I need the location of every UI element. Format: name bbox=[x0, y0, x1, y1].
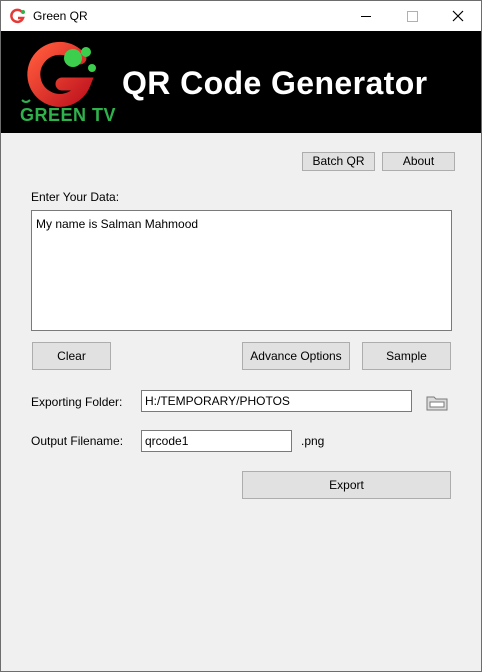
maximize-button[interactable] bbox=[389, 1, 435, 31]
minimize-icon bbox=[361, 16, 371, 17]
brand-name: GREEN TV bbox=[20, 105, 117, 125]
folder-browse-icon[interactable] bbox=[426, 393, 448, 411]
advance-options-button[interactable]: Advance Options bbox=[242, 342, 350, 370]
output-filename-label: Output Filename: bbox=[31, 434, 124, 448]
exporting-folder-input[interactable]: H:/TEMPORARY/PHOTOS bbox=[141, 390, 412, 412]
about-button[interactable]: About bbox=[382, 152, 455, 171]
data-input[interactable]: My name is Salman Mahmood bbox=[31, 210, 452, 331]
header-banner: GREEN TV QR Code Generator bbox=[1, 31, 481, 133]
export-button[interactable]: Export bbox=[242, 471, 451, 499]
title-bar: Green QR bbox=[1, 1, 481, 31]
close-button[interactable] bbox=[435, 1, 481, 31]
clear-button[interactable]: Clear bbox=[32, 342, 111, 370]
app-window: Green QR GREEN TV QR Code Generator Batc… bbox=[0, 0, 482, 672]
minimize-button[interactable] bbox=[343, 1, 389, 31]
file-extension-label: .png bbox=[301, 434, 325, 448]
data-label: Enter Your Data: bbox=[31, 190, 120, 204]
sample-button[interactable]: Sample bbox=[362, 342, 451, 370]
maximize-icon bbox=[407, 11, 418, 22]
batch-qr-button[interactable]: Batch QR bbox=[302, 152, 375, 171]
output-filename-input[interactable]: qrcode1 bbox=[141, 430, 292, 452]
banner-title: QR Code Generator bbox=[122, 65, 428, 101]
window-title: Green QR bbox=[33, 9, 88, 23]
exporting-folder-label: Exporting Folder: bbox=[31, 395, 123, 409]
app-logo-icon bbox=[10, 8, 25, 24]
close-icon bbox=[452, 10, 464, 22]
